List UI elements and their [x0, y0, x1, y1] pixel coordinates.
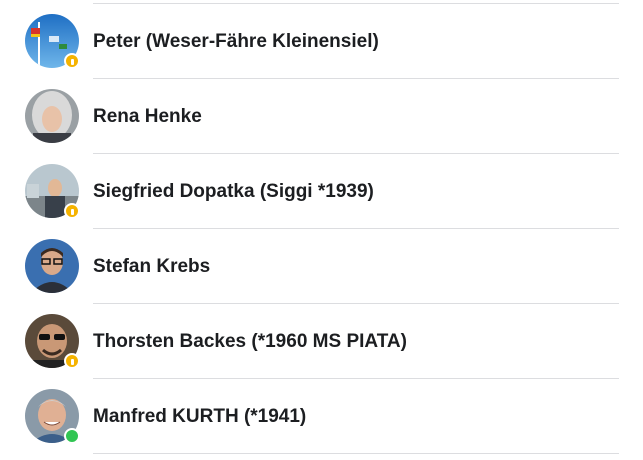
contact-row[interactable]: Manfred KURTH (*1941) — [0, 379, 643, 454]
status-badge — [64, 203, 80, 219]
contact-name: Thorsten Backes (*1960 MS PIATA) — [93, 330, 407, 352]
contact-row[interactable]: Siegfried Dopatka (Siggi *1939) — [0, 154, 643, 229]
status-badge — [64, 53, 80, 69]
contact-row[interactable]: Rena Henke — [0, 79, 643, 154]
status-badge — [64, 353, 80, 369]
contact-name: Rena Henke — [93, 105, 202, 127]
divider — [93, 453, 619, 454]
avatar — [25, 89, 79, 143]
contact-name: Stefan Krebs — [93, 255, 211, 277]
contact-row[interactable]: Stefan Krebs — [0, 229, 643, 304]
contact-row[interactable]: Peter (Weser-Fähre Kleinensiel) — [0, 4, 643, 79]
avatar — [25, 239, 79, 293]
online-indicator — [64, 428, 80, 444]
contact-name: Peter (Weser-Fähre Kleinensiel) — [93, 30, 379, 52]
contact-name: Manfred KURTH (*1941) — [93, 405, 307, 427]
contact-row[interactable]: Thorsten Backes (*1960 MS PIATA) — [0, 304, 643, 379]
contact-list: Peter (Weser-Fähre Kleinensiel) Rena Hen… — [0, 0, 643, 460]
contact-name: Siegfried Dopatka (Siggi *1939) — [93, 180, 374, 202]
